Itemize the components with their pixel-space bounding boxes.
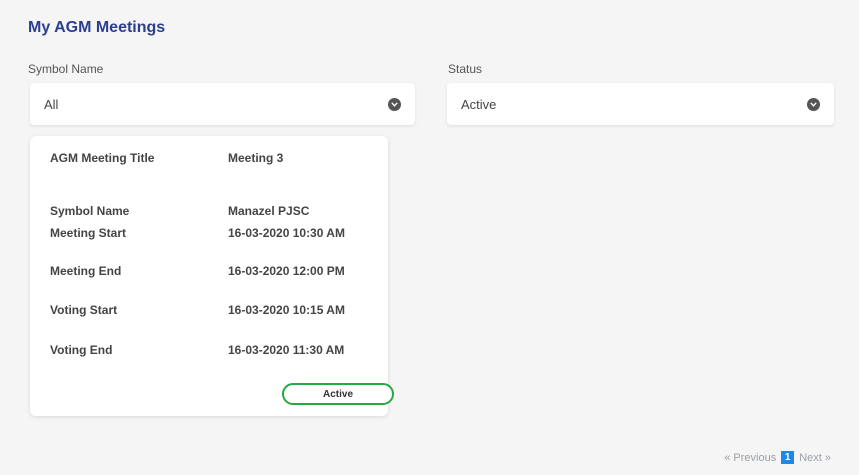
meeting-start-label: Meeting Start (50, 226, 127, 240)
meeting-card[interactable]: AGM Meeting Title Meeting 3 Symbol Name … (30, 136, 394, 416)
status-badge[interactable]: Active (282, 383, 394, 405)
chevron-down-icon (388, 97, 401, 111)
page-title: My AGM Meetings (28, 19, 166, 36)
voting-start-value: 16-03-2020 10:15 AM (228, 303, 345, 317)
meeting-start-value: 16-03-2020 10:30 AM (228, 226, 345, 240)
status-filter-label: Status (448, 62, 483, 76)
symbol-select[interactable]: All (30, 83, 415, 125)
page-number-current[interactable]: 1 (781, 451, 795, 464)
next-link[interactable]: Next » (799, 452, 831, 464)
status-select[interactable]: Active (447, 83, 834, 125)
previous-link[interactable]: « Previous (724, 452, 776, 464)
pagination: « Previous 1 Next » (724, 451, 831, 464)
meeting-end-label: Meeting End (50, 264, 122, 278)
symbol-name-value: Manazel PJSC (228, 204, 310, 218)
symbol-filter-label: Symbol Name (28, 62, 104, 76)
meeting-title-label: AGM Meeting Title (50, 151, 155, 165)
voting-end-value: 16-03-2020 11:30 AM (228, 343, 345, 357)
voting-end-label: Voting End (50, 343, 113, 357)
meeting-end-value: 16-03-2020 12:00 PM (228, 264, 345, 278)
status-select-value: Active (461, 96, 497, 112)
chevron-down-icon (807, 97, 820, 111)
symbol-name-label: Symbol Name (50, 204, 130, 218)
voting-start-label: Voting Start (50, 303, 118, 317)
symbol-select-value: All (44, 96, 59, 112)
meeting-title-value: Meeting 3 (228, 151, 284, 165)
